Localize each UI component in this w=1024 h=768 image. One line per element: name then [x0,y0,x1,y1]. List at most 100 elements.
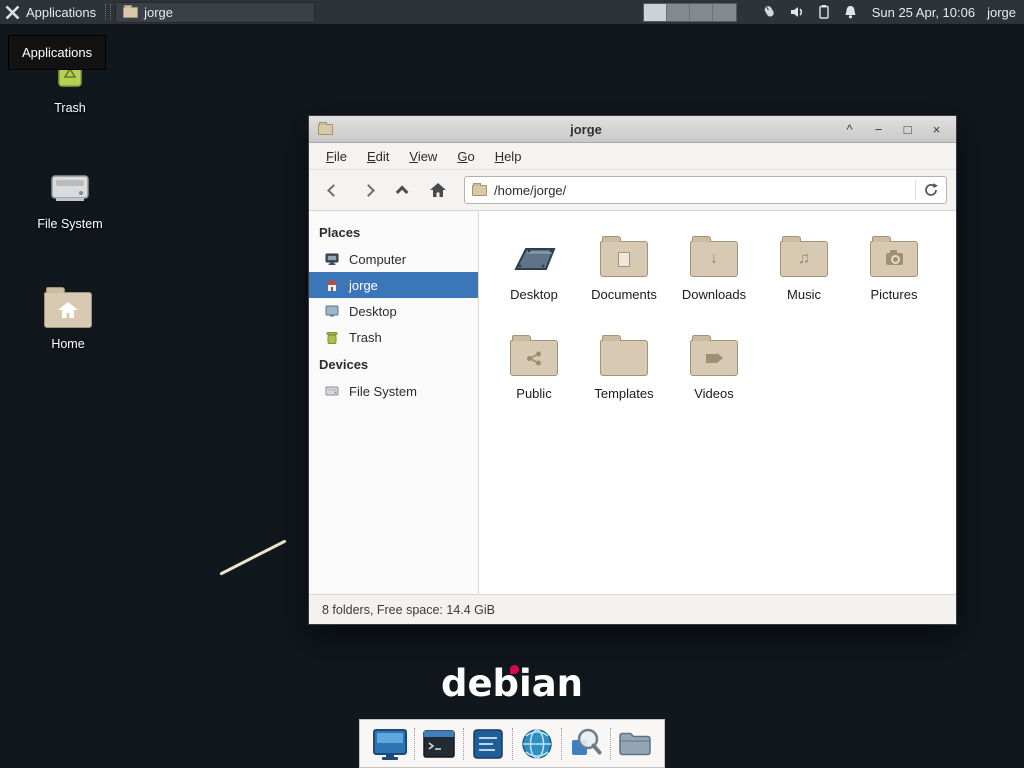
folder-item-downloads[interactable]: ↓ Downloads [669,231,759,302]
folder-item-pictures[interactable]: Pictures [849,231,939,302]
folder-item-desktop[interactable]: Desktop [489,231,579,302]
dock-terminal[interactable] [418,722,460,766]
menu-go[interactable]: Go [447,145,484,168]
download-arrow-icon: ↓ [710,251,718,267]
xorg-logo-icon [5,5,20,20]
window-titlebar[interactable]: jorge ^ − □ × [309,116,956,143]
folder-label: Downloads [682,287,746,302]
globe-icon [518,725,556,763]
sidebar-item-trash[interactable]: Trash [309,324,478,350]
folder-item-videos[interactable]: Videos [669,330,759,401]
share-emblem-icon [526,351,542,366]
desktop-icon-home[interactable]: Home [20,292,116,351]
places-header: Places [309,218,478,246]
desktop-icon-file-system[interactable]: File System [22,168,118,231]
shade-button[interactable]: ^ [839,117,860,142]
sidebar-item-desktop[interactable]: Desktop [309,298,478,324]
menu-bar: File Edit View Go Help [309,143,956,170]
refresh-button[interactable] [915,180,939,200]
dock-separator [414,728,415,760]
folder-item-public[interactable]: Public [489,330,579,401]
volume-icon[interactable] [789,4,805,20]
menu-help[interactable]: Help [485,145,532,168]
applications-menu-button[interactable]: Applications [0,0,104,24]
maximize-button[interactable]: □ [897,117,918,142]
drive-icon [324,383,340,399]
desktop-icon-label: File System [37,217,102,231]
devices-header: Devices [309,350,478,378]
console-icon [469,725,507,763]
dock-file-manager[interactable] [614,722,656,766]
toolbar [309,170,956,211]
panel-clock[interactable]: Sun 25 Apr, 10:06 [872,5,975,20]
house-icon [57,301,79,320]
document-emblem-icon [618,252,630,267]
window-body: Places Computer [309,211,956,594]
display-icon [324,303,340,319]
folder-icon [616,725,654,763]
clipboard-icon[interactable] [817,4,831,20]
display-icon [371,725,409,763]
close-button[interactable]: × [926,117,947,142]
folder-label: Documents [591,287,657,302]
forward-button[interactable] [353,176,383,204]
minimize-button[interactable]: − [868,117,889,142]
menu-edit[interactable]: Edit [357,145,399,168]
chevron-right-icon [362,184,375,197]
folder-label: Desktop [510,287,558,302]
menu-view[interactable]: View [399,145,447,168]
window-folder-icon [318,124,333,135]
workspace-3[interactable] [690,4,713,21]
folder-item-documents[interactable]: Documents [579,231,669,302]
status-text: 8 folders, Free space: 14.4 GiB [322,603,495,617]
dock-web-browser[interactable] [516,722,558,766]
panel-handle[interactable] [105,4,111,20]
folder-label: Templates [594,386,653,401]
path-folder-icon [472,185,487,196]
path-input[interactable] [494,183,908,198]
menu-file[interactable]: File [316,145,357,168]
file-manager-window: jorge ^ − □ × File Edit View Go Help [308,115,957,625]
window-title: jorge [341,122,831,137]
folder-icon [690,340,738,376]
folder-view: Desktop Documents ↓ Downloads [479,211,956,594]
folder-label: Pictures [871,287,918,302]
folder-icon: ↓ [690,241,738,277]
desk-icon [508,235,560,277]
taskbar-window-label: jorge [144,5,173,20]
home-icon [429,182,447,198]
dock-display-settings[interactable] [369,722,411,766]
home-button[interactable] [423,176,453,204]
mouse-icon[interactable] [761,4,777,20]
folder-item-templates[interactable]: Templates [579,330,669,401]
dock-app-finder[interactable] [565,722,607,766]
taskbar-window-button[interactable]: jorge [115,2,315,23]
workspace-4[interactable] [713,4,736,21]
workspace-1[interactable] [644,4,667,21]
back-button[interactable] [318,176,348,204]
dock-separator [561,728,562,760]
folder-label: Music [787,287,821,302]
applications-tooltip: Applications [8,35,106,70]
refresh-icon [923,182,939,198]
dock-console[interactable] [467,722,509,766]
workspace-switcher [643,3,737,22]
magnifier-icon [567,725,605,763]
folder-item-music[interactable]: ♫ Music [759,231,849,302]
notifications-bell-icon[interactable] [843,4,858,20]
status-bar: 8 folders, Free space: 14.4 GiB [309,594,956,624]
workspace-2[interactable] [667,4,690,21]
panel-username[interactable]: jorge [987,5,1016,20]
up-button[interactable] [388,176,418,204]
wallpaper-scratch-line [219,539,286,575]
folder-icon: ♫ [780,241,828,277]
sidebar-item-file-system[interactable]: File System [309,378,478,404]
folder-label: Videos [694,386,734,401]
folder-icon [870,241,918,277]
dock-separator [463,728,464,760]
sidebar-item-computer[interactable]: Computer [309,246,478,272]
chevron-left-icon [327,184,340,197]
sidebar-item-jorge[interactable]: jorge [309,272,478,298]
debian-logo: debian [441,662,583,705]
top-panel: Applications jorge [0,0,1024,25]
